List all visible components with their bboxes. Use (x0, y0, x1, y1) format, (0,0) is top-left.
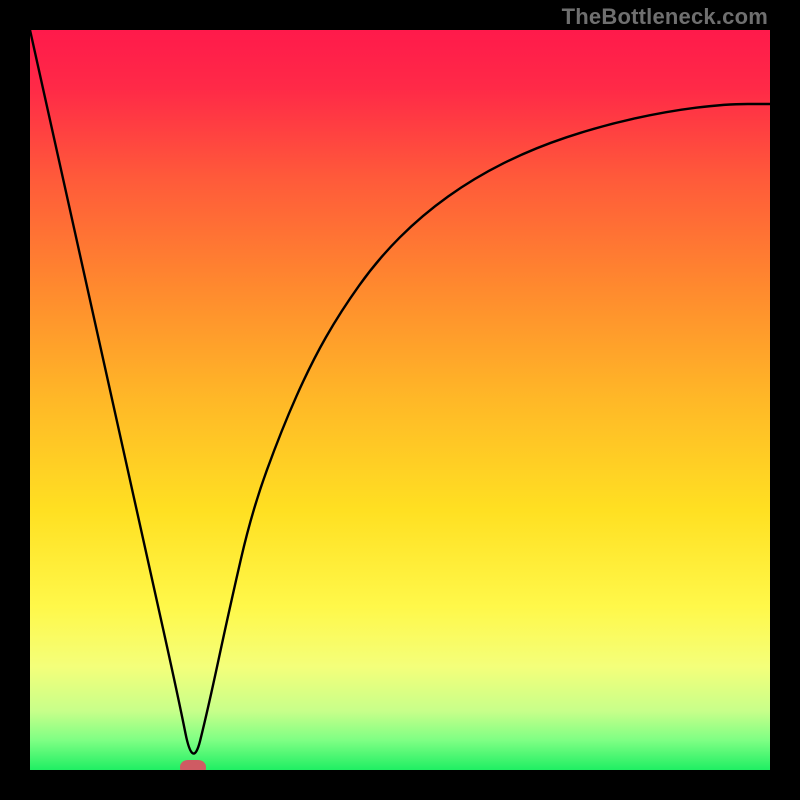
chart-frame: TheBottleneck.com (0, 0, 800, 800)
watermark-text: TheBottleneck.com (562, 4, 768, 30)
bottleneck-curve (30, 30, 770, 770)
minimum-marker (180, 760, 206, 770)
plot-area (30, 30, 770, 770)
